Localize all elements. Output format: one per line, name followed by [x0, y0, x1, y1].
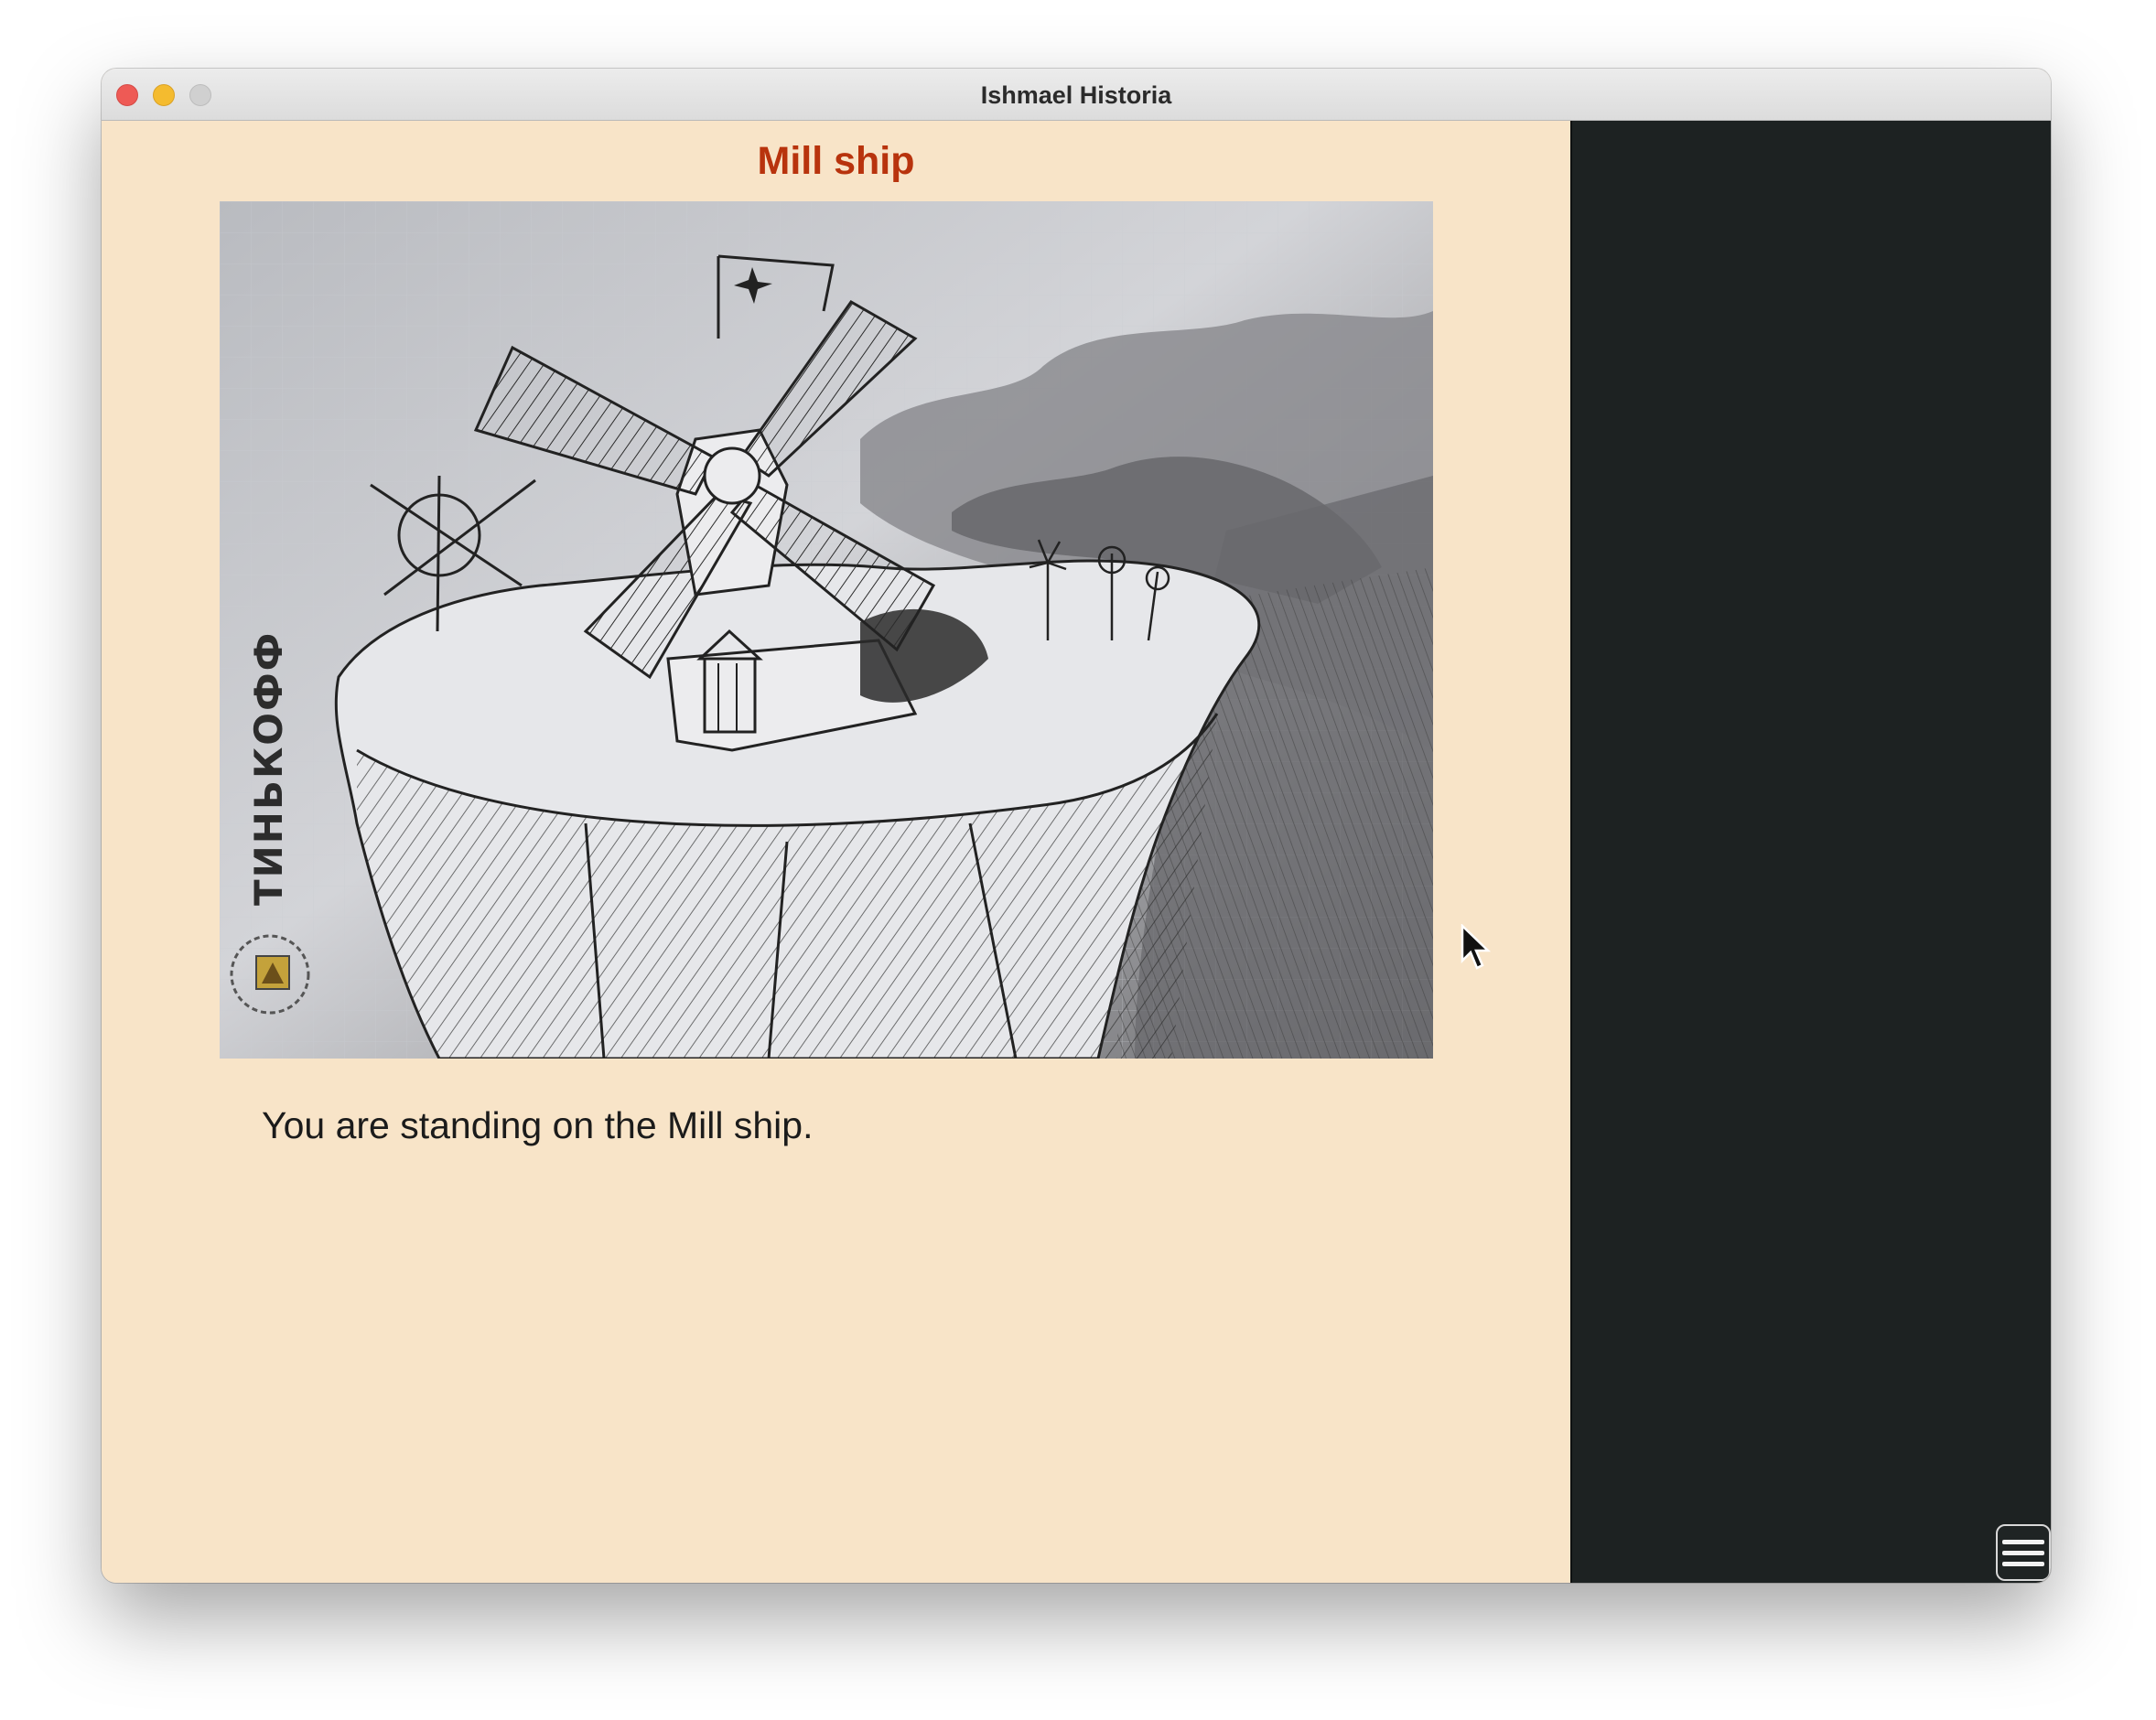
window-title: Ishmael Historia: [980, 81, 1172, 109]
hamburger-menu-icon-bar: [2002, 1550, 2044, 1555]
app-window: Ishmael Historia Mill ship ТИНЬКОФФ You …: [102, 69, 2051, 1583]
sidebar-panel: [1570, 121, 2051, 1583]
room-description: You are standing on the Mill ship.: [262, 1104, 814, 1146]
mouse-pointer-icon: [1461, 924, 1492, 970]
hamburger-menu-icon: [2002, 1539, 2044, 1544]
hamburger-menu-icon-bar: [2002, 1561, 2044, 1566]
watermark-text: ТИНЬКОФФ: [246, 631, 291, 906]
menu-button[interactable]: [1996, 1524, 2051, 1581]
title-bar[interactable]: Ishmael Historia: [102, 69, 2051, 121]
room-illustration: ТИНЬКОФФ: [220, 201, 1433, 1059]
room-title: Mill ship: [757, 139, 915, 183]
story-pane: Mill ship ТИНЬКОФФ You are standing on t…: [102, 121, 1570, 1583]
